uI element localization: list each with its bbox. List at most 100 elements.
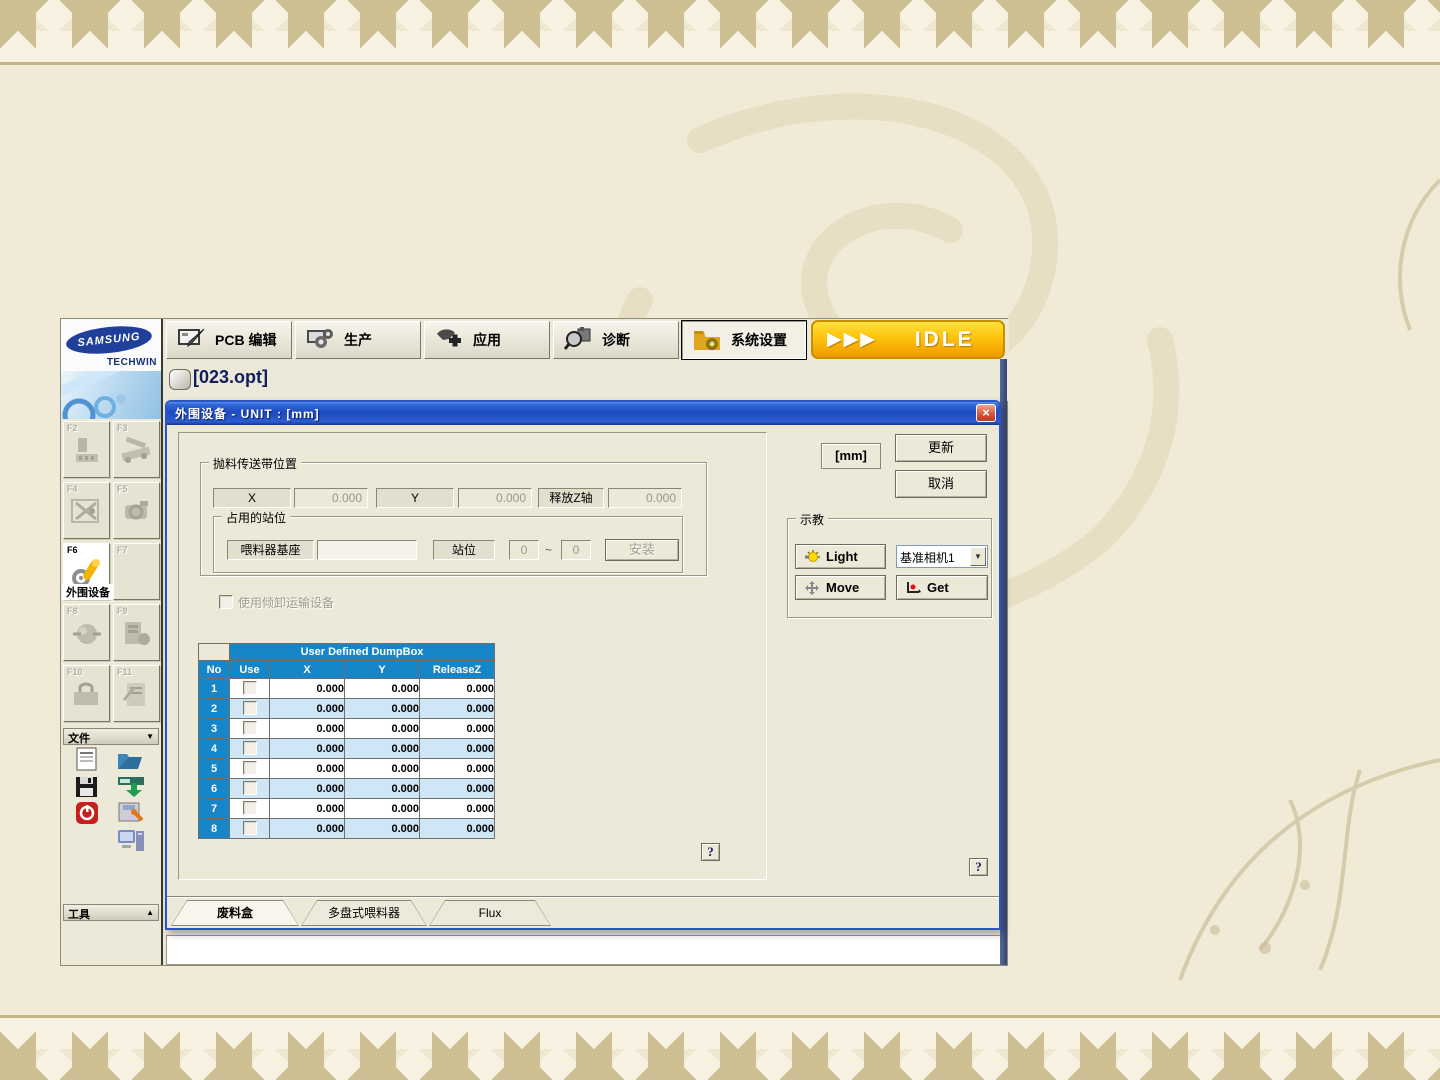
open-file-button[interactable] [116, 749, 146, 775]
axis-icon [71, 499, 99, 523]
col-use: Use [229, 660, 270, 679]
y-value-field[interactable]: 0.000 [458, 488, 532, 508]
application-plus-icon [437, 329, 461, 347]
decorative-border-top [0, 0, 1440, 65]
dumpbox-table: User Defined DumpBox No Use X Y ReleaseZ… [198, 643, 495, 839]
fkey-F7-button[interactable]: F7 [113, 543, 160, 600]
tab-application[interactable]: 应用 [424, 321, 550, 359]
chevron-down-icon[interactable]: ▼ [970, 547, 986, 566]
placement-head-icon [76, 438, 98, 462]
tab-tray-feeder[interactable]: 多盘式喂料器 [301, 900, 427, 926]
station-to-field[interactable]: 0 [561, 540, 591, 560]
camera-select-value: 基准相机1 [900, 551, 955, 565]
cancel-button[interactable]: 取消 [895, 470, 987, 498]
tab-pcb-edit[interactable]: PCB 编辑 [166, 321, 292, 359]
import-arrow-icon [118, 777, 144, 797]
station-from-field[interactable]: 0 [509, 540, 539, 560]
table-row: 8 0.000 0.000 0.000 [198, 818, 495, 839]
tab-system-settings[interactable]: 系统设置 [681, 320, 807, 360]
tab-dumpbox[interactable]: 废料盒 [171, 900, 299, 926]
dialog-title: 外围设备 - UNIT : [mm] [175, 407, 320, 421]
camera-select[interactable]: 基准相机1 ▼ [896, 545, 988, 568]
message-panel [166, 935, 1004, 965]
save-floppy-icon [76, 777, 97, 797]
tab-flux[interactable]: Flux [429, 900, 551, 926]
fkey-F11-button[interactable]: F11 [113, 665, 160, 722]
machine-status-idle: ▶▶▶ IDLE [811, 320, 1005, 359]
import-button[interactable] [116, 774, 146, 800]
toolbox-icon [74, 682, 98, 705]
use-checkbox[interactable] [242, 761, 257, 775]
use-checkbox[interactable] [242, 701, 257, 715]
get-button[interactable]: Get [896, 575, 988, 600]
light-button[interactable]: Light [795, 544, 886, 569]
save-file-button[interactable] [74, 775, 104, 801]
table-group-header: User Defined DumpBox [229, 643, 495, 661]
fkey-F4-button[interactable]: F4 [63, 482, 110, 539]
new-document-icon [76, 747, 97, 771]
release-z-value-field[interactable]: 0.000 [608, 488, 682, 508]
fkey-F2-button[interactable]: F2 [63, 421, 110, 478]
use-checkbox[interactable] [242, 781, 257, 795]
logo-artwork [61, 371, 161, 419]
move-button[interactable]: Move [795, 575, 886, 600]
diagnosis-magnifier-icon [564, 327, 591, 350]
fkey-F8-button[interactable]: F8 [63, 604, 110, 661]
fkey-F9-button[interactable]: F9 [113, 604, 160, 661]
use-checkbox[interactable] [242, 801, 257, 815]
table-row: 4 0.000 0.000 0.000 [198, 738, 495, 759]
use-checkbox[interactable] [242, 741, 257, 755]
file-section-header[interactable]: 文件 ▼ [63, 728, 159, 745]
range-tilde: ~ [545, 543, 553, 557]
station-label: 站位 [433, 540, 495, 560]
feeder-base-field[interactable] [317, 540, 417, 560]
close-button[interactable]: × [976, 404, 996, 422]
fkey-F5-button[interactable]: F5 [113, 482, 160, 539]
update-button[interactable]: 更新 [895, 434, 987, 462]
export-save-button[interactable] [116, 800, 146, 826]
use-checkbox[interactable] [242, 821, 257, 835]
tab-diagnosis[interactable]: 诊断 [553, 321, 679, 359]
occupied-station-group-title: 占用的站位 [222, 509, 291, 526]
nozzle-icon [73, 624, 101, 644]
help-button[interactable]: ? [701, 843, 720, 861]
light-bulb-icon [805, 549, 820, 562]
install-button[interactable]: 安装 [605, 539, 679, 561]
x-value-field[interactable]: 0.000 [294, 488, 368, 508]
table-row: 2 0.000 0.000 0.000 [198, 698, 495, 719]
release-z-label: 释放Z轴 [538, 488, 604, 508]
dump-conveyor-group-title: 抛料传送带位置 [209, 455, 302, 472]
status-label: IDLE [914, 327, 975, 351]
checklist-icon [122, 683, 145, 706]
new-file-button[interactable] [74, 747, 104, 773]
file-chip-icon[interactable] [169, 369, 191, 390]
move-arrows-icon [805, 580, 819, 595]
fkey-F6-button-peripheral[interactable]: F6 外围设备 [62, 543, 114, 600]
fkey-F3-button[interactable]: F3 [113, 421, 160, 478]
computer-button[interactable] [116, 827, 146, 853]
settings-panel-icon [125, 622, 150, 645]
production-gears-icon [307, 329, 333, 348]
samsung-oval-logo: SAMSUNG [64, 322, 154, 358]
power-icon [76, 802, 98, 824]
tools-section-label: 工具 [68, 909, 90, 921]
tab-production[interactable]: 生产 [295, 321, 421, 359]
help-button[interactable]: ? [969, 858, 988, 876]
save-tools-icon [118, 802, 144, 822]
col-no: No [198, 660, 230, 679]
use-checkbox[interactable] [242, 681, 257, 695]
fkey-F10-button[interactable]: F10 [63, 665, 110, 722]
tilt-transport-checkbox[interactable] [219, 595, 233, 609]
unit-mm-box: [mm] [821, 443, 881, 469]
col-releasez: ReleaseZ [419, 660, 495, 679]
file-section-label: 文件 [68, 733, 90, 745]
teach-group-title: 示教 [796, 511, 829, 528]
power-off-button[interactable] [74, 801, 104, 827]
tools-section-header[interactable]: 工具 ▲ [63, 904, 159, 921]
table-row: 3 0.000 0.000 0.000 [198, 718, 495, 739]
open-folder-icon [118, 754, 142, 769]
dialog-titlebar[interactable]: 外围设备 - UNIT : [mm] × [167, 402, 999, 425]
use-checkbox[interactable] [242, 721, 257, 735]
window-edge-strip [1000, 359, 1007, 965]
col-y: Y [344, 660, 420, 679]
